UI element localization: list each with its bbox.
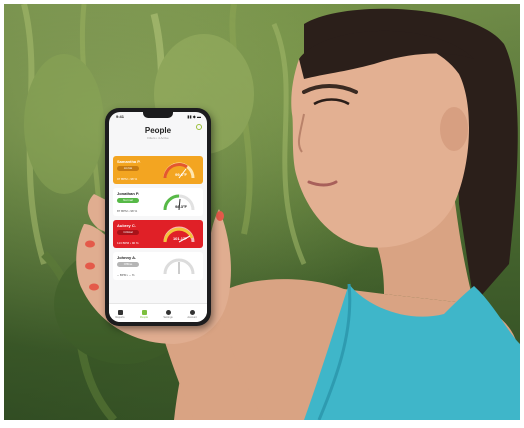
tab-reports[interactable]: Reports xyxy=(111,310,129,319)
gauge-icon xyxy=(163,226,195,243)
tab-account[interactable]: Account xyxy=(183,310,201,319)
phone-screen: 9:41 ▮▮ ◆ ▬ People Filters • 4 Active Sa… xyxy=(109,112,207,322)
vitals-meta: -- BPM • -- % xyxy=(117,273,135,277)
gauge-icon xyxy=(163,194,195,211)
chart-icon xyxy=(117,310,123,315)
status-badge: At risk xyxy=(117,166,139,171)
vitals-meta: 97 BPM • 98 % xyxy=(117,177,138,181)
people-icon xyxy=(141,310,147,315)
tab-label: Account xyxy=(187,316,197,319)
status-badge: Offline xyxy=(117,262,139,267)
gauge-icon xyxy=(163,258,195,275)
tab-bar: Reports People Settings Account xyxy=(109,303,207,322)
person-name: Samantha P. xyxy=(117,159,141,164)
photo: 9:41 ▮▮ ◆ ▬ People Filters • 4 Active Sa… xyxy=(4,4,520,420)
person-name: Jonathan P. xyxy=(117,191,140,196)
gear-icon xyxy=(165,310,171,315)
person-card[interactable]: Samantha P. At risk 97 BPM • 98 % 99.6°F xyxy=(113,156,203,184)
vitals-meta: 87 BPM • 98 % xyxy=(117,209,138,213)
person-name: Johnny A. xyxy=(117,255,137,260)
page-subtitle: Filters • 4 Active xyxy=(147,136,169,140)
tab-people[interactable]: People xyxy=(135,310,153,319)
phone-notch xyxy=(143,112,173,118)
tab-label: Settings xyxy=(163,316,173,319)
temperature-value: 101.1°F xyxy=(172,236,187,241)
person-card[interactable]: Johnny A. Offline -- BPM • -- % xyxy=(113,252,203,280)
smartphone: 9:41 ▮▮ ◆ ▬ People Filters • 4 Active Sa… xyxy=(105,108,211,326)
page-title: People xyxy=(144,126,172,135)
vitals-meta: 113 BPM • 90 % xyxy=(117,241,139,245)
woman-figure xyxy=(76,8,520,420)
account-icon xyxy=(189,310,195,315)
status-badge: Critical xyxy=(117,230,139,235)
status-badge: Normal xyxy=(117,198,139,203)
temperature-value: 98.3°F xyxy=(175,204,187,209)
person-card[interactable]: Aubrey C. Critical 113 BPM • 90 % 101.1°… xyxy=(113,220,203,248)
gauge-icon xyxy=(163,162,195,179)
tab-settings[interactable]: Settings xyxy=(159,310,177,319)
person-name: Aubrey C. xyxy=(117,223,136,228)
person-card[interactable]: Jonathan P. Normal 87 BPM • 98 % 98.3°F xyxy=(113,188,203,216)
status-icons: ▮▮ ◆ ▬ xyxy=(187,114,201,119)
status-time: 9:41 xyxy=(116,114,125,119)
tab-label: People xyxy=(139,316,149,319)
tab-label: Reports xyxy=(115,316,125,319)
temperature-value: 99.6°F xyxy=(175,172,187,177)
